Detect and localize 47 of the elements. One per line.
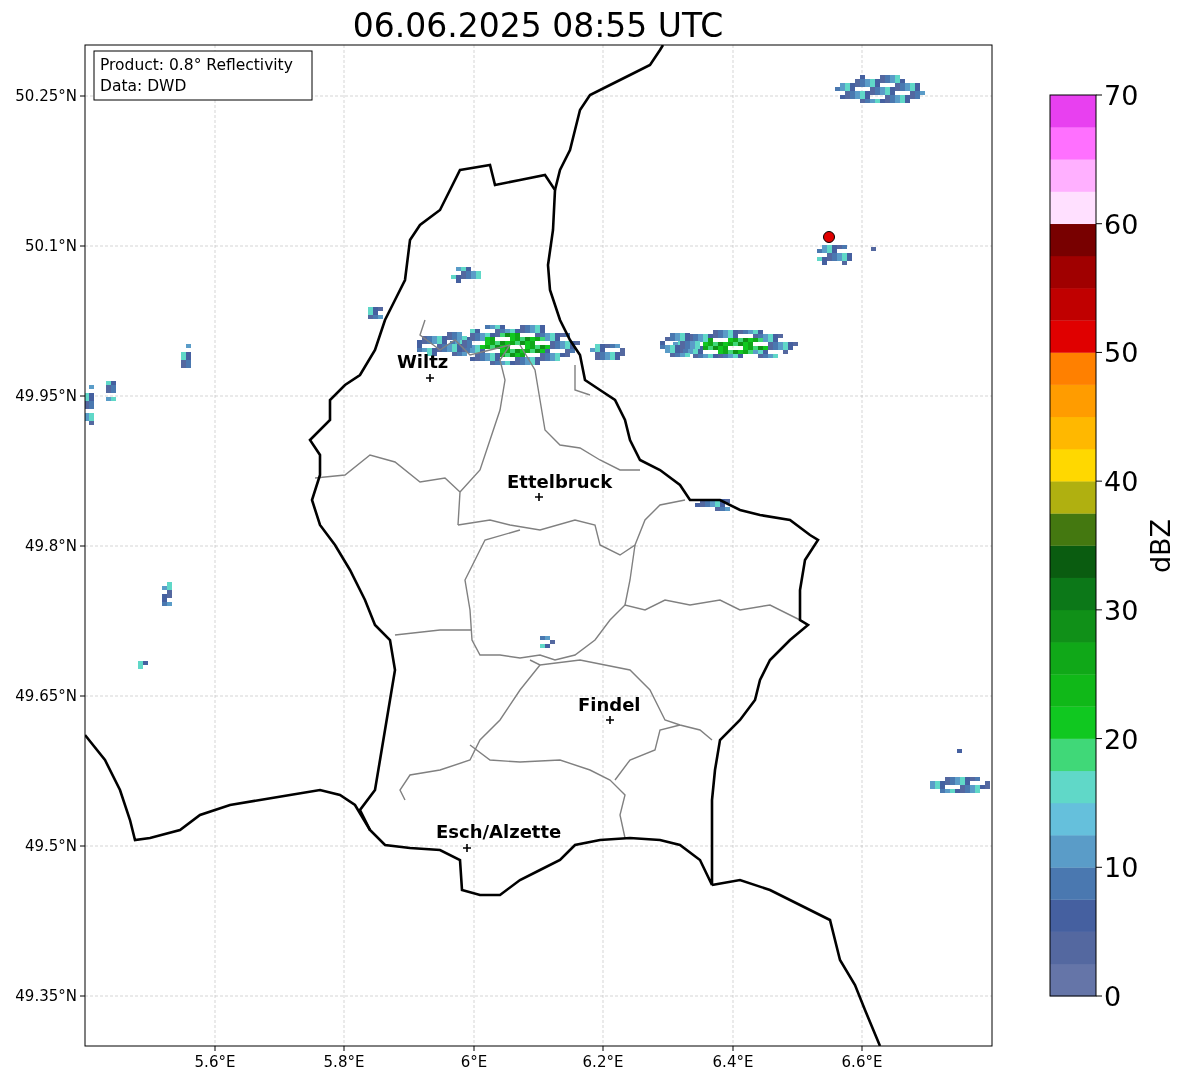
city-marker-icon	[462, 843, 472, 853]
colorbar-tick-label: 50	[1095, 337, 1139, 369]
city-label: Esch/Alzette	[436, 821, 562, 842]
radar-echo	[695, 499, 730, 511]
radar-echo	[540, 636, 555, 648]
colorbar-tick-label: 10	[1095, 852, 1139, 884]
city-marker-icon	[605, 715, 615, 725]
colorbar-tick-label: 0	[1095, 981, 1122, 1012]
radar-echo	[590, 344, 625, 360]
colorbar-tick-label: 60	[1095, 208, 1139, 240]
colorbar-label: dBZ	[1145, 518, 1176, 574]
radar-echo	[106, 381, 116, 401]
axis-tick-label: 5.6°E	[194, 1045, 236, 1071]
radar-echo	[817, 245, 852, 265]
radar-site-marker	[823, 231, 835, 243]
radar-echo	[368, 307, 383, 319]
axis-tick-label: 49.95°N	[15, 387, 86, 405]
axis-tick-label: 5.8°E	[323, 1045, 365, 1071]
radar-echo	[957, 749, 962, 753]
colorbar-tick-label: 30	[1095, 594, 1139, 626]
radar-echo	[85, 385, 94, 425]
info-box: Product: 0.8° Reflectivity Data: DWD	[93, 50, 313, 101]
radar-echo	[451, 267, 481, 283]
city-label: Findel	[578, 694, 641, 715]
axis-tick-label: 6.2°E	[582, 1045, 624, 1071]
axis-tick-label: 49.35°N	[15, 987, 86, 1005]
axis-tick-label: 49.8°N	[24, 537, 86, 555]
axis-tick-label: 50.25°N	[15, 87, 86, 105]
city-label: Wiltz	[397, 351, 449, 372]
colorbar-tick-label: 70	[1095, 80, 1139, 111]
colorbar-tick-label: 20	[1095, 723, 1139, 755]
axis-tick-label: 50.1°N	[24, 237, 86, 255]
city-marker-icon	[425, 373, 435, 383]
axis-tick-label: 6°E	[460, 1045, 488, 1071]
chart-title: 06.06.2025 08:55 UTC	[352, 6, 724, 45]
radar-echo	[871, 247, 876, 251]
axis-tick-label: 49.65°N	[15, 687, 86, 705]
axis-tick-label: 6.6°E	[841, 1045, 883, 1071]
axis-tick-label: 49.5°N	[24, 837, 86, 855]
radar-echo	[930, 777, 990, 793]
radar-echo	[138, 661, 148, 669]
radar-echo	[162, 582, 172, 606]
colorbar-tick-label: 40	[1095, 466, 1139, 498]
city-marker-icon	[534, 492, 544, 502]
city-label: Ettelbruck	[507, 471, 613, 492]
radar-echo	[181, 344, 191, 368]
axis-tick-label: 6.4°E	[712, 1045, 754, 1071]
